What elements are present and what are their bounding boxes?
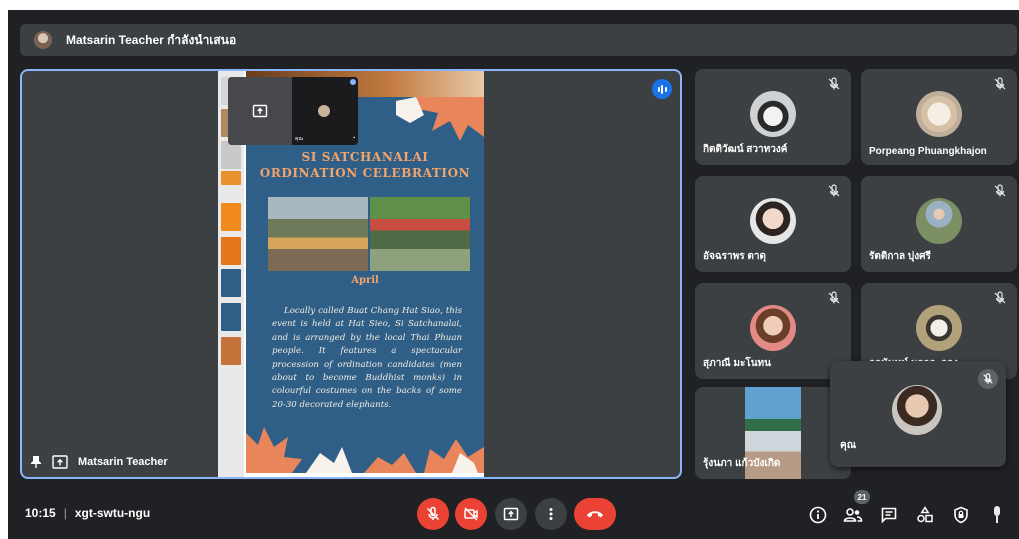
self-preview-overlay[interactable]: คุณ ▪ [228,77,358,145]
participant-avatar [916,198,962,244]
leave-call-button[interactable] [574,498,616,530]
speaking-indicator-icon [652,79,672,99]
self-mini-name: คุณ [295,136,303,142]
slide-body-text: Locally called Buat Chang Hat Siao, this… [272,306,462,410]
more-options-button[interactable] [535,498,567,530]
presenter-avatar [34,31,52,49]
host-controls-button[interactable] [950,504,972,526]
present-screen-icon [252,104,268,118]
participant-avatar [916,91,962,137]
meeting-details-button[interactable] [807,504,829,526]
present-screen-icon [503,507,519,521]
pin-icon [994,506,1000,523]
mic-toggle-button[interactable] [417,498,449,530]
info-icon [809,506,827,524]
more-options-dot[interactable] [350,79,356,85]
activities-icon [917,506,933,523]
participant-avatar [916,305,962,351]
bottom-toolbar: 10:15 | xgt-swtu-ngu 21 [8,490,1019,539]
chat-button[interactable] [878,504,900,526]
meeting-code: xgt-swtu-ngu [74,506,151,520]
presenter-label: Matsarin Teacher [30,455,168,469]
mic-off-icon [828,291,840,304]
hang-up-icon [587,511,603,518]
slide-title-line2: ORDINATION CELEBRATION [259,166,471,180]
mic-off-icon [994,77,1006,90]
meeting-stage: Matsarin Teacher กำลังนำเสนอ SI SATCHANA… [8,10,1019,539]
participant-name: สุภาณี มะโนทน [703,358,771,369]
meeting-time: 10:15 [25,506,56,520]
shield-icon [954,506,968,524]
slide-thumbnail [221,171,241,185]
activities-button[interactable] [914,504,936,526]
present-screen-preview [228,77,292,145]
mic-off-icon [426,506,440,521]
self-mini-avatar [318,105,330,117]
slide-title: SI SATCHANALAI ORDINATION CELEBRATION [246,149,484,181]
participant-tile[interactable]: รัตติกาล บุ่งศรี [861,176,1017,272]
presentation-tile[interactable]: SI SATCHANALAI ORDINATION CELEBRATION Ap… [20,69,682,479]
slide-thumbnail [221,269,241,297]
participant-name: รัตติกาล บุ่งศรี [869,251,931,262]
slide-month: April [351,275,379,286]
mic-off-icon [828,77,840,90]
autumn-leaves-decoration [246,427,484,473]
current-slide: SI SATCHANALAI ORDINATION CELEBRATION Ap… [246,97,484,473]
self-view-tile[interactable]: คุณ [830,361,1006,467]
app-root: Matsarin Teacher กำลังนำเสนอ SI SATCHANA… [0,0,1019,539]
mic-off-icon [978,369,998,389]
people-icon [843,508,863,522]
mic-off-icon [828,184,840,197]
participant-count-badge: 21 [854,490,870,504]
present-screen-icon [52,455,68,469]
present-now-button[interactable] [495,498,527,530]
participant-tile[interactable]: อัจฉราพร ตาดุ [695,176,851,272]
slide-thumbnail [221,337,241,365]
chat-icon [881,507,897,524]
self-mini-counter: ▪ [353,135,355,141]
participant-tile[interactable]: รุ้งนภา แก้วบังเกิด [695,387,851,479]
meeting-info-separator: | [63,506,67,520]
participant-tile[interactable]: กิตติวัฒน์ สวาทวงค์ [695,69,851,165]
slide-thumbnail [221,303,241,331]
slide-thumbnail [221,141,241,169]
self-avatar [892,385,942,435]
participant-name: อัจฉราพร ตาดุ [703,251,767,262]
mic-off-icon [994,291,1006,304]
people-button[interactable] [842,504,864,526]
camera-toggle-button[interactable] [455,498,487,530]
elephant-procession-photo [268,197,368,271]
extension-button[interactable] [986,504,1008,526]
presenting-text: Matsarin Teacher กำลังนำเสนอ [66,32,237,47]
self-name: คุณ [840,440,856,451]
slide-photos [268,197,470,271]
more-vert-icon [549,508,553,520]
participant-name: รุ้งนภา แก้วบังเกิด [703,458,781,469]
presenter-name: Matsarin Teacher [78,456,168,468]
camera-off-icon [464,507,478,521]
participant-avatar [750,198,796,244]
participant-name: กิตติวัฒน์ สวาทวงค์ [703,144,788,155]
presenting-banner: Matsarin Teacher กำลังนำเสนอ [20,24,1017,56]
participant-tile[interactable]: Porpeang Phuangkhajon [861,69,1017,165]
participant-tile[interactable]: สุภาณี มะโนทน [695,283,851,379]
participant-name: Porpeang Phuangkhajon [869,146,987,157]
participant-avatar [750,91,796,137]
pin-icon[interactable] [30,455,42,469]
slide-title-line1: SI SATCHANALAI [301,150,429,164]
slide-thumbnail [221,237,241,265]
elephant-river-photo [370,197,470,271]
meeting-info: 10:15 | xgt-swtu-ngu [25,506,150,520]
mic-off-icon [994,184,1006,197]
self-camera-preview: คุณ ▪ [292,77,358,145]
slide-thumbnail [221,203,241,231]
participant-avatar [750,305,796,351]
